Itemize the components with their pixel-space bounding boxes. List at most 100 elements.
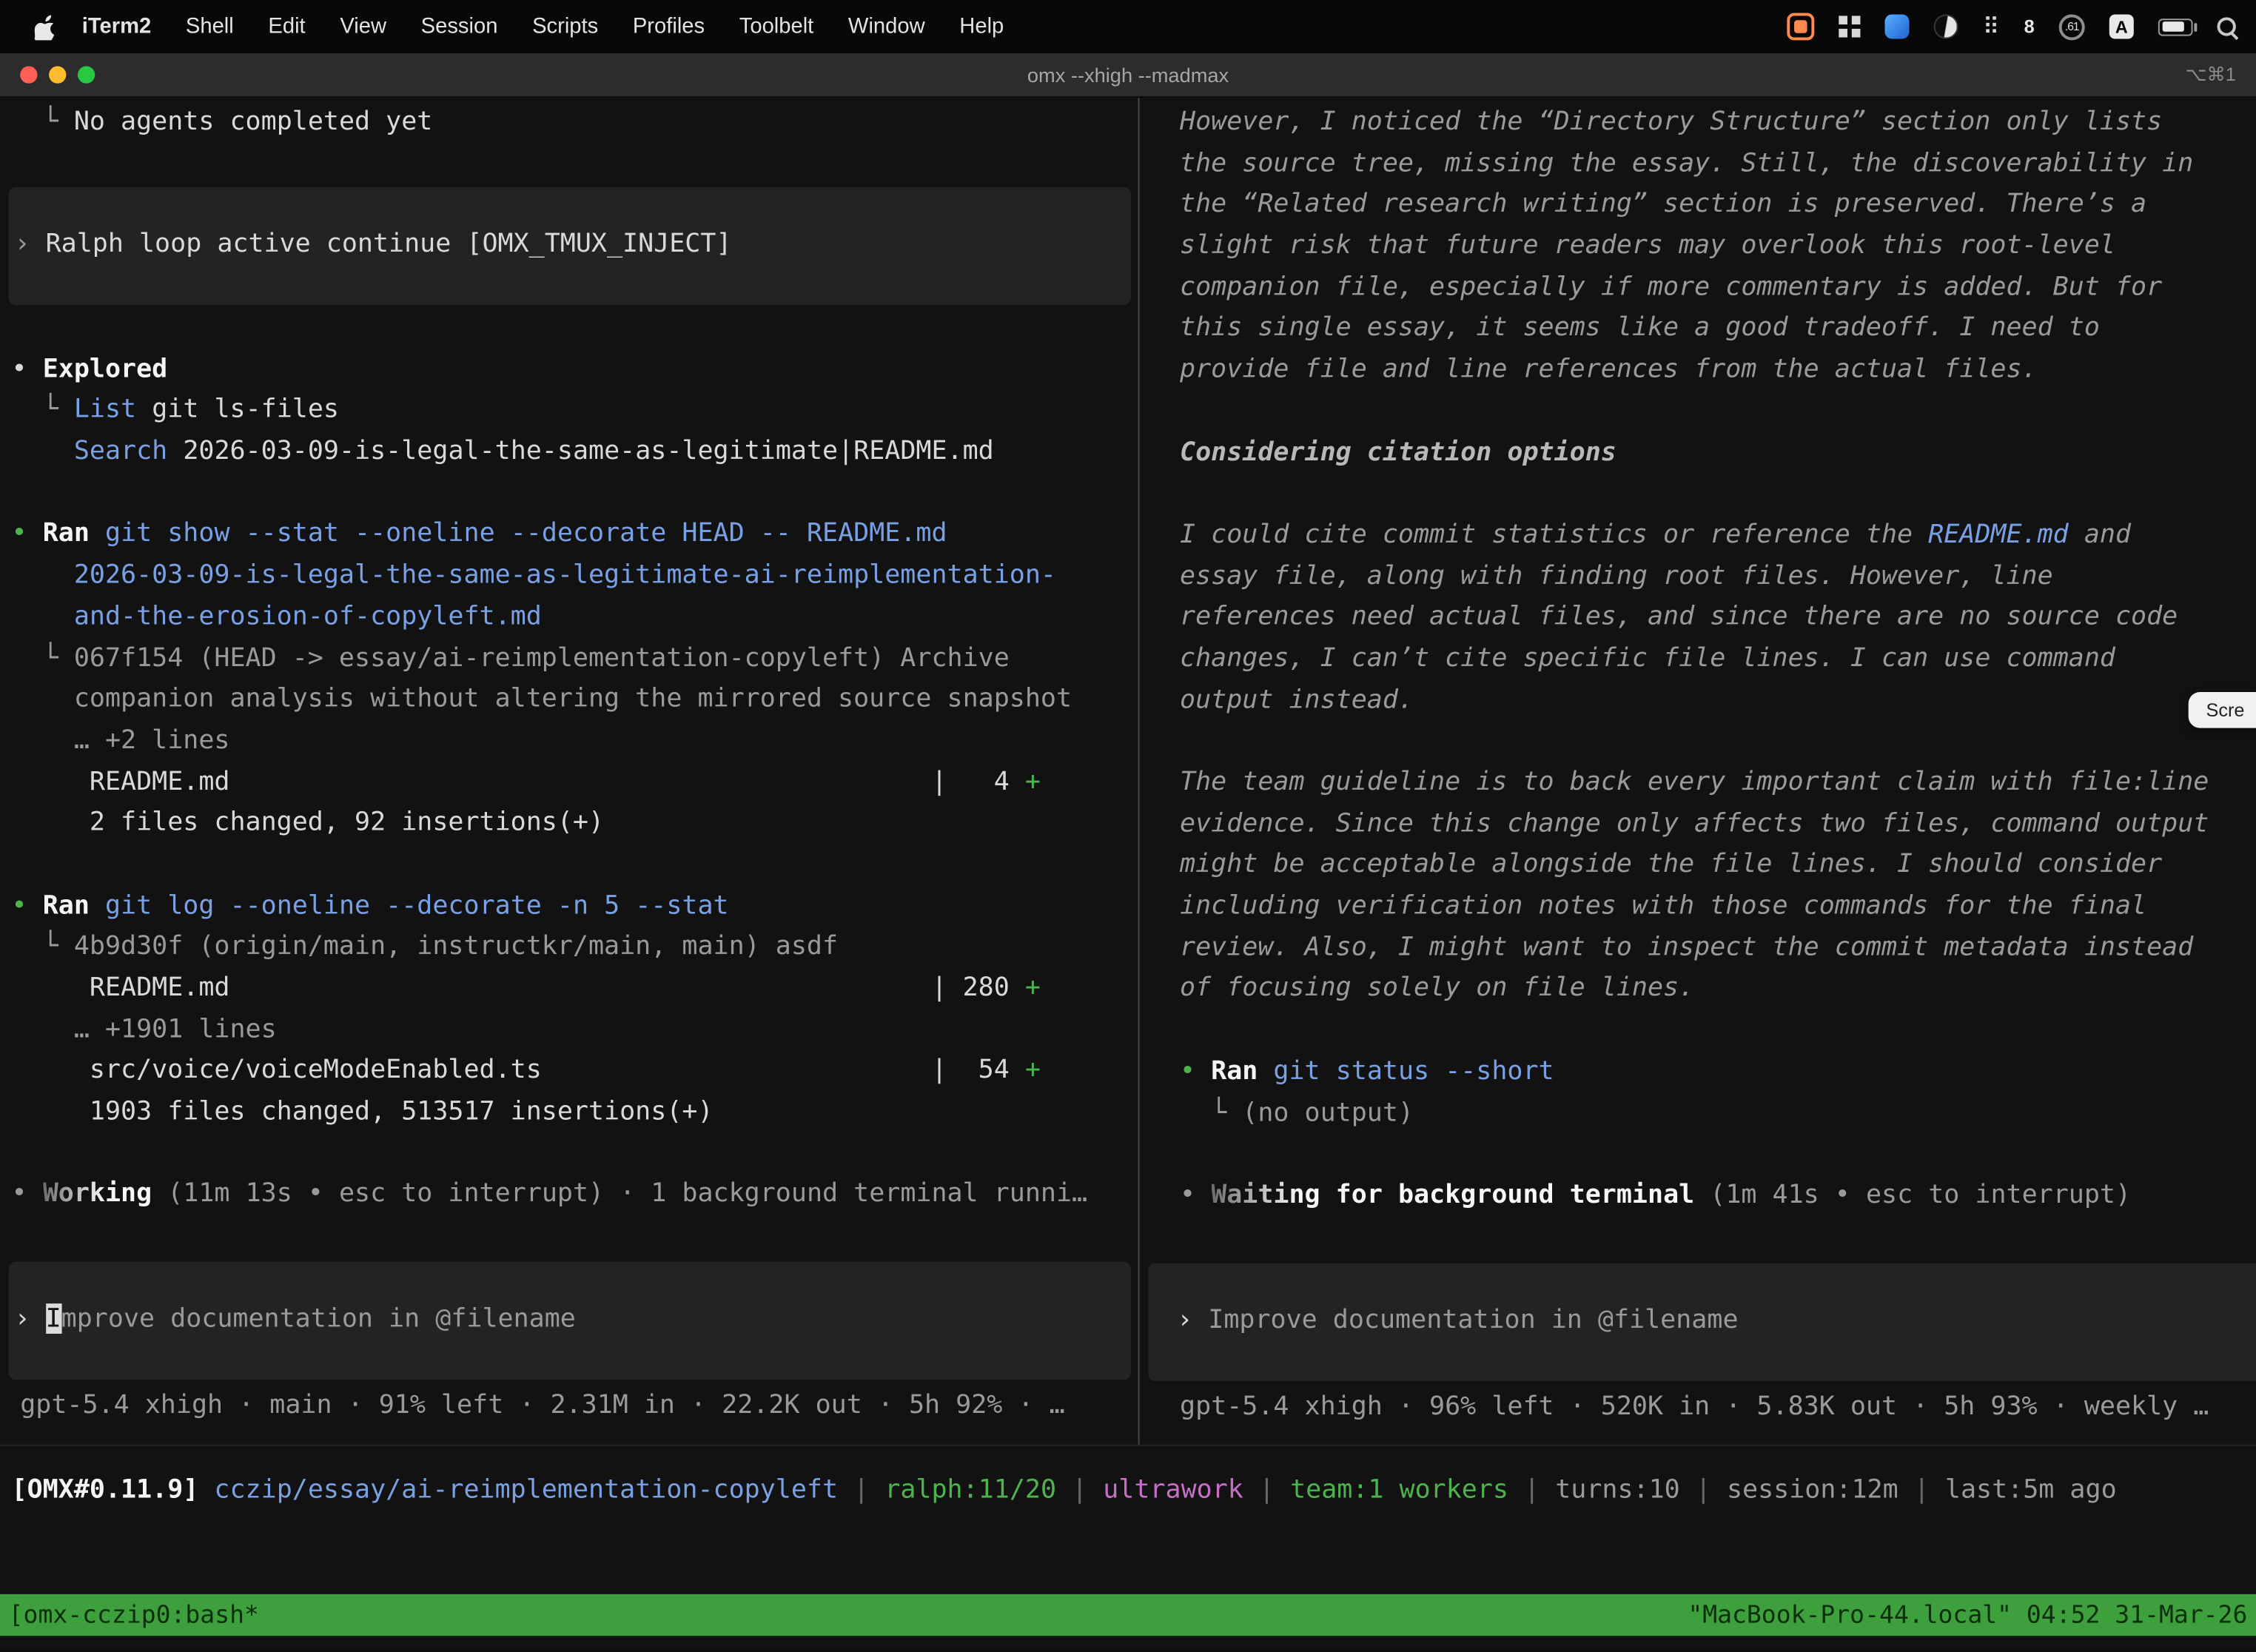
terminal-text: src/voice/voiceModeEnabled.ts | 54 xyxy=(12,1055,1025,1086)
left-prompt-input[interactable]: › Improve documentation in @filename xyxy=(9,1262,1131,1380)
terminal-text: references need actual files, and since … xyxy=(1180,602,2178,632)
screen: iTerm2 Shell Edit View Session Scripts P… xyxy=(0,0,2256,1652)
terminal-line xyxy=(12,1133,1138,1175)
right-model-status-line: gpt-5.4 xhigh · 96% left · 520K in · 5.8… xyxy=(1180,1386,2256,1428)
terminal-text: slight risk that future readers may over… xyxy=(1180,230,2115,261)
close-button[interactable] xyxy=(20,66,37,83)
terminal-line: companion file, especially if more comme… xyxy=(1180,267,2256,309)
terminal-line xyxy=(1180,1010,2256,1052)
terminal-text: gpt-5.4 xhigh · 96% left · 520K in · 5.8… xyxy=(1180,1391,2209,1421)
terminal-text: ralph:11/20 xyxy=(884,1474,1056,1505)
terminal-text: and-the-erosion-of-copyleft.md xyxy=(12,601,542,631)
terminal-line xyxy=(1180,722,2256,763)
apple-menu-icon[interactable] xyxy=(35,13,56,39)
terminal-text: including verification notes with those … xyxy=(1180,890,2146,921)
terminal-text: last:5m ago xyxy=(1945,1474,2117,1505)
window-title-bar: omx --xhigh --madmax ⌥⌘1 xyxy=(0,53,2256,98)
terminal-text: | xyxy=(1508,1474,1555,1505)
menu-item-scripts[interactable]: Scripts xyxy=(532,14,598,38)
battery-icon[interactable] xyxy=(2158,18,2193,35)
terminal-line: • Waiting for background terminal (1m 41… xyxy=(1180,1175,2256,1217)
terminal-text: • xyxy=(1180,1055,1211,1086)
terminal-line: slight risk that future readers may over… xyxy=(1180,226,2256,267)
terminal-text: › xyxy=(14,1303,45,1334)
input-source-icon[interactable]: A xyxy=(2109,14,2134,38)
terminal-line: › Ralph loop active continue [OMX_TMUX_I… xyxy=(14,224,1130,266)
terminal-line: └ 4b9d30f (origin/main, instructkr/main,… xyxy=(12,927,1138,968)
terminal-text: However, I noticed the “Directory Struct… xyxy=(1180,107,2162,137)
omx-status-bar: [OMX#0.11.9] cczip/essay/ai-reimplementa… xyxy=(12,1471,2256,1512)
menu-item-session[interactable]: Session xyxy=(421,14,498,38)
terminal-text: gpt-5.4 xhigh · main · 91% left · 2.31M … xyxy=(20,1390,1064,1420)
terminal-text: Considering citation options xyxy=(1180,437,1617,467)
terminal-text: and xyxy=(2069,520,2131,550)
terminal-line: README.md | 280 + xyxy=(12,968,1138,1010)
screen-recording-indicator-icon[interactable] xyxy=(1787,13,1814,40)
terminal-line: • Ran git show --stat --oneline --decora… xyxy=(12,514,1138,556)
minimize-button[interactable] xyxy=(49,66,66,83)
zoom-button[interactable] xyxy=(78,66,95,83)
menu-item-profiles[interactable]: Profiles xyxy=(633,14,705,38)
terminal-text: | xyxy=(1899,1474,1945,1505)
terminal-text: • xyxy=(12,354,43,384)
terminal-text: | xyxy=(1056,1474,1103,1505)
terminal-line: src/voice/voiceModeEnabled.ts | 54 + xyxy=(12,1051,1138,1092)
menu-item-help[interactable]: Help xyxy=(959,14,1004,38)
right-pane[interactable]: However, I noticed the “Directory Struct… xyxy=(1140,98,2256,1444)
battery-fill xyxy=(2162,21,2183,32)
terminal-text: git log --oneline --decorate -n 5 --stat xyxy=(90,890,729,921)
grid-menu-icon[interactable] xyxy=(1839,16,1860,37)
terminal-text: companion file, especially if more comme… xyxy=(1180,272,2162,302)
terminal-text: Ralph loop active continue [OMX_TMUX_INJ… xyxy=(46,228,732,258)
terminal-line: └ (no output) xyxy=(1180,1092,2256,1134)
terminal-line: › Improve documentation in @filename xyxy=(14,1300,1130,1341)
terminal-text: | xyxy=(1243,1474,1290,1505)
menu-item-shell[interactable]: Shell xyxy=(186,14,234,38)
terminal-text xyxy=(12,436,74,466)
terminal-text: git show --stat --oneline --decorate HEA… xyxy=(90,519,947,549)
terminal-text: + xyxy=(1025,766,1041,796)
tmux-status-bar: [omx-cczip0:bash* "MacBook-Pro-44.local"… xyxy=(0,1594,2256,1636)
terminal-text: Waiting for background terminal xyxy=(1211,1180,1694,1210)
terminal-text: └ 067f154 (HEAD -> essay/ai-reimplementa… xyxy=(12,642,1010,673)
terminal-text: | xyxy=(1680,1474,1727,1505)
terminal-text: 2 files changed, 92 insertions(+) xyxy=(12,807,605,838)
terminal-text: companion analysis without altering the … xyxy=(12,684,1072,714)
cpu-gauge-icon[interactable]: .61 xyxy=(2059,13,2085,39)
terminal-text: • xyxy=(1180,1180,1211,1210)
left-pane[interactable]: └ No agents completed yet › Ralph loop a… xyxy=(0,98,1138,1444)
terminal-text: The team guideline is to back every impo… xyxy=(1180,767,2209,797)
terminal-text: Working xyxy=(43,1179,152,1209)
terminal-text: git ls-files xyxy=(136,394,339,425)
menu-item-view[interactable]: View xyxy=(340,14,386,38)
cpu-gauge-value: .61 xyxy=(2065,20,2079,33)
terminal-line: might be acceptable alongside the file l… xyxy=(1180,845,2256,887)
terminal-text: • xyxy=(12,519,43,549)
stat-digit-icon[interactable]: 8 xyxy=(2024,16,2035,37)
circle-app-icon[interactable] xyxy=(1934,14,1958,38)
window-title: omx --xhigh --madmax xyxy=(1027,64,1229,87)
terminal-line: Search 2026-03-09-is-legal-the-same-as-l… xyxy=(12,432,1138,473)
terminal-line: However, I noticed the “Directory Struct… xyxy=(1180,102,2256,144)
terminal-text: No agents completed yet xyxy=(74,107,433,137)
tmux-panes: └ No agents completed yet › Ralph loop a… xyxy=(0,98,2256,1446)
inject-message-box: › Ralph loop active continue [OMX_TMUX_I… xyxy=(9,187,1131,304)
terminal-text: | xyxy=(838,1474,884,1505)
terminal-text: List xyxy=(74,394,136,425)
dots-grid-icon[interactable]: ⠿ xyxy=(1983,13,2000,40)
menu-item-toolbelt[interactable]: Toolbelt xyxy=(739,14,814,38)
menu-bar-status-icons: ⠿ 8 .61 A xyxy=(1787,13,2256,40)
menu-item-window[interactable]: Window xyxy=(848,14,925,38)
terminal-text: git status --short xyxy=(1258,1055,1554,1086)
search-menu-icon[interactable] xyxy=(2218,17,2236,36)
terminal-line: └ 067f154 (HEAD -> essay/ai-reimplementa… xyxy=(12,638,1138,679)
terminal-text: Ran xyxy=(1211,1055,1258,1086)
terminal-line: essay file, along with finding root file… xyxy=(1180,556,2256,597)
menu-item-iterm2[interactable]: iTerm2 xyxy=(82,14,151,38)
launcher-app-icon[interactable] xyxy=(1885,14,1910,38)
right-prompt-input[interactable]: › Improve documentation in @filename xyxy=(1148,1263,2256,1380)
menu-item-edit[interactable]: Edit xyxy=(268,14,305,38)
screen-edge-button[interactable]: Scre xyxy=(2189,692,2256,728)
terminal-line: README.md | 4 + xyxy=(12,762,1138,803)
terminal-text: Search xyxy=(74,436,167,466)
